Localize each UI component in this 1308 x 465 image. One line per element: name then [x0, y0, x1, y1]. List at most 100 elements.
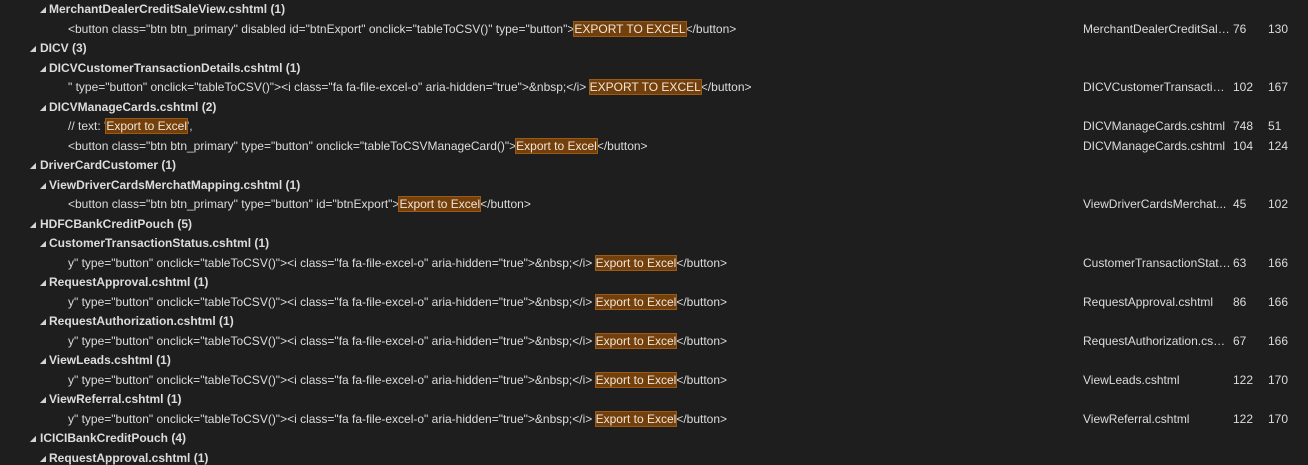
file-label: ViewLeads.cshtml (1): [49, 351, 171, 371]
result-match-row[interactable]: // text: 'Export to Excel', DICVManageCar…: [0, 117, 1308, 137]
file-label: DICVCustomerTransactionDetails.cshtml (1…: [49, 59, 300, 79]
column-column: 170: [1268, 411, 1289, 426]
match-context-after: </button>: [676, 255, 728, 270]
find-results-panel: ◢ MerchantDealerCreditSaleView.cshtml (1)…: [0, 0, 1308, 465]
match-context-after: </button>: [676, 294, 728, 309]
result-folder-row[interactable]: ◢ DICV (3): [0, 39, 1308, 59]
match-context-before: <button class="btn btn_primary" disabled…: [68, 21, 575, 36]
expand-toggle-icon[interactable]: ◢: [38, 351, 48, 371]
column-column: 166: [1268, 333, 1289, 348]
folder-name: HDFCBankCreditPouch: [40, 216, 175, 231]
match-context-after: ',: [187, 119, 193, 133]
result-folder-row[interactable]: ◢ DriverCardCustomer (1): [0, 156, 1308, 176]
result-file-row[interactable]: ◢ RequestApproval.cshtml (1): [0, 449, 1308, 465]
expand-toggle-icon[interactable]: ◢: [38, 59, 48, 79]
folder-name: DICV: [40, 41, 69, 55]
file-name: CustomerTransactionStatus.cshtml: [49, 236, 252, 250]
column-column: 102: [1268, 197, 1289, 211]
file-name: ViewDriverCardsMerchatMapping.cshtml: [49, 177, 283, 192]
match-count: (2): [201, 99, 217, 114]
match-text: y" type="button" onclick="tableToCSV()">…: [68, 410, 727, 430]
file-column: DICVManageCards.cshtml: [1083, 138, 1226, 153]
match-context-before: // text: ': [68, 119, 107, 133]
expand-toggle-icon[interactable]: ◢: [38, 390, 48, 410]
file-label: ViewDriverCardsMerchatMapping.cshtml (1): [49, 176, 300, 196]
result-folder-row[interactable]: ◢ ICICIBankCreditPouch (4): [0, 429, 1308, 449]
result-match-row[interactable]: y" type="button" onclick="tableToCSV()">…: [0, 410, 1308, 430]
result-file-row[interactable]: ◢ MerchantDealerCreditSaleView.cshtml (1): [0, 0, 1308, 20]
expand-toggle-icon[interactable]: ◢: [38, 449, 48, 465]
match-context-after: </button>: [676, 372, 728, 387]
result-folder-row[interactable]: ◢ HDFCBankCreditPouch (5): [0, 215, 1308, 235]
folder-label: ICICIBankCreditPouch (4): [40, 429, 186, 449]
expand-toggle-icon[interactable]: ◢: [28, 156, 38, 176]
match-context-after: </button>: [596, 138, 648, 153]
match-count: (3): [72, 41, 87, 55]
match-count: (1): [156, 353, 171, 367]
expand-toggle-icon[interactable]: ◢: [38, 273, 48, 293]
file-label: DICVManageCards.cshtml (2): [49, 98, 216, 118]
expand-toggle-icon[interactable]: ◢: [28, 215, 38, 235]
result-file-row[interactable]: ◢ ViewReferral.cshtml (1): [0, 390, 1308, 410]
match-highlight: Export to Excel: [594, 254, 678, 271]
file-label: RequestAuthorization.cshtml (1): [49, 312, 234, 332]
result-file-row[interactable]: ◢ RequestAuthorization.cshtml (1): [0, 312, 1308, 332]
match-text: y" type="button" onclick="tableToCSV()">…: [68, 332, 727, 352]
result-file-row[interactable]: ◢ CustomerTransactionStatus.cshtml (1): [0, 234, 1308, 254]
expand-toggle-icon[interactable]: ◢: [28, 39, 38, 59]
line-column: 748: [1233, 119, 1254, 133]
expand-toggle-icon[interactable]: ◢: [38, 234, 48, 254]
folder-name: DriverCardCustomer: [40, 158, 159, 172]
match-highlight: Export to Excel: [594, 293, 678, 310]
column-column: 51: [1268, 119, 1282, 133]
match-highlight: EXPORT TO EXCEL: [588, 79, 702, 95]
result-file-row[interactable]: ◢ DICVCustomerTransactionDetails.cshtml (…: [0, 59, 1308, 79]
result-file-row[interactable]: ◢ RequestApproval.cshtml (1): [0, 273, 1308, 293]
match-text: // text: 'Export to Excel',: [68, 117, 193, 137]
match-text: y" type="button" onclick="tableToCSV()">…: [68, 293, 727, 313]
result-match-row[interactable]: y" type="button" onclick="tableToCSV()">…: [0, 332, 1308, 352]
match-count: (1): [285, 60, 301, 75]
expand-toggle-icon[interactable]: ◢: [28, 429, 38, 449]
match-highlight: Export to Excel: [105, 118, 189, 134]
line-column: 104: [1233, 138, 1254, 153]
match-count: (4): [171, 431, 187, 445]
file-name: RequestApproval.cshtml: [49, 275, 191, 289]
file-column: RequestAuthorization.csht...: [1083, 333, 1231, 348]
match-count: (1): [254, 236, 270, 250]
expand-toggle-icon[interactable]: ◢: [38, 98, 48, 118]
result-match-row[interactable]: <button class="btn btn_primary" type="bu…: [0, 137, 1308, 157]
result-file-row[interactable]: ◢ ViewDriverCardsMerchatMapping.cshtml (1…: [0, 176, 1308, 196]
match-highlight: Export to Excel: [594, 332, 678, 349]
file-column: CustomerTransactionStatu...: [1083, 255, 1231, 270]
file-column: ViewReferral.cshtml: [1083, 411, 1190, 426]
match-context-after: </button>: [480, 197, 531, 211]
match-context-before: y" type="button" onclick="tableToCSV()">…: [68, 255, 596, 270]
result-match-row[interactable]: <button class="btn btn_primary" disabled…: [0, 20, 1308, 40]
match-count: (1): [193, 275, 209, 289]
match-context-before: y" type="button" onclick="tableToCSV()">…: [68, 294, 596, 309]
result-match-row[interactable]: y" type="button" onclick="tableToCSV()">…: [0, 293, 1308, 313]
match-text: y" type="button" onclick="tableToCSV()">…: [68, 371, 727, 391]
expand-toggle-icon[interactable]: ◢: [38, 312, 48, 332]
match-text: y" type="button" onclick="tableToCSV()">…: [68, 254, 727, 274]
file-name: MerchantDealerCreditSaleView.cshtml: [49, 2, 268, 16]
file-label: RequestApproval.cshtml (1): [49, 449, 208, 465]
result-file-row[interactable]: ◢ ViewLeads.cshtml (1): [0, 351, 1308, 371]
result-match-row[interactable]: y" type="button" onclick="tableToCSV()">…: [0, 254, 1308, 274]
match-context-before: " type="button" onclick="tableToCSV()"><…: [68, 80, 590, 94]
column-column: 124: [1268, 138, 1289, 153]
match-highlight: EXPORT TO EXCEL: [573, 20, 687, 37]
file-column: DICVCustomerTransaction...: [1083, 80, 1231, 94]
line-column: 45: [1233, 197, 1247, 211]
result-match-row[interactable]: y" type="button" onclick="tableToCSV()">…: [0, 371, 1308, 391]
expand-toggle-icon[interactable]: ◢: [38, 0, 48, 20]
expand-toggle-icon[interactable]: ◢: [38, 176, 48, 196]
result-file-row[interactable]: ◢ DICVManageCards.cshtml (2): [0, 98, 1308, 118]
result-match-row[interactable]: " type="button" onclick="tableToCSV()"><…: [0, 78, 1308, 98]
file-name: ViewLeads.cshtml: [49, 353, 153, 367]
file-column: RequestApproval.cshtml: [1083, 294, 1214, 309]
result-match-row[interactable]: <button class="btn btn_primary" type="bu…: [0, 195, 1308, 215]
file-label: MerchantDealerCreditSaleView.cshtml (1): [49, 0, 285, 20]
column-column: 166: [1268, 294, 1289, 309]
